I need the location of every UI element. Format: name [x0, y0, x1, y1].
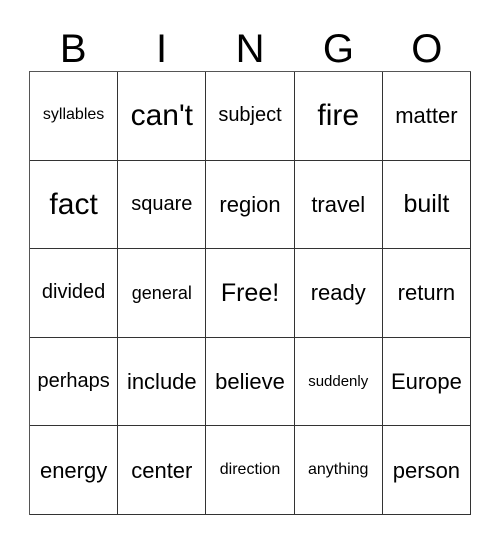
bingo-cell[interactable]: direction [206, 426, 295, 515]
bingo-row: energy center direction anything person [30, 426, 472, 515]
bingo-cell[interactable]: perhaps [30, 337, 119, 427]
bingo-cell[interactable]: believe [206, 337, 295, 427]
bingo-cell[interactable]: built [382, 160, 472, 250]
header-letter-o: O [411, 27, 443, 71]
bingo-cell-label: perhaps [37, 370, 110, 393]
bingo-cell[interactable]: ready [294, 249, 383, 338]
bingo-cell-label: region [219, 191, 281, 217]
bingo-cell[interactable]: can't [118, 72, 207, 161]
header-letter-i: I [156, 27, 168, 71]
bingo-cell-label: believe [215, 369, 285, 395]
bingo-cell-label: syllables [42, 106, 105, 124]
bingo-cell[interactable]: subject [206, 72, 295, 161]
bingo-cell-label: direction [219, 460, 281, 478]
bingo-row: fact square region travel built [30, 160, 472, 250]
header-letter-g: G [322, 27, 354, 71]
bingo-cell[interactable]: matter [382, 72, 472, 161]
bingo-cell-label: subject [218, 104, 282, 127]
bingo-cell[interactable]: square [118, 160, 207, 250]
bingo-cell-label: divided [41, 281, 106, 304]
bingo-cell[interactable]: divided [30, 249, 119, 338]
bingo-cell[interactable]: include [118, 337, 207, 427]
bingo-cell[interactable]: region [206, 160, 295, 250]
bingo-cell-label: travel [311, 191, 366, 217]
bingo-cell[interactable]: general [118, 249, 207, 338]
bingo-cell-label: return [397, 280, 456, 306]
bingo-cell[interactable]: fact [30, 160, 119, 250]
bingo-cell-label: fire [317, 99, 360, 133]
bingo-cell-label: ready [310, 280, 366, 306]
bingo-cell-label: include [126, 369, 197, 395]
bingo-cell[interactable]: fire [294, 72, 383, 161]
bingo-cell[interactable]: syllables [30, 72, 119, 161]
bingo-cell-label: center [131, 457, 193, 483]
bingo-cell-label: suddenly [308, 372, 369, 390]
bingo-cell-label: square [131, 192, 193, 215]
bingo-cell[interactable]: Europe [382, 337, 472, 427]
bingo-cell[interactable]: center [118, 426, 207, 515]
bingo-cell-label: Europe [390, 369, 462, 395]
header-letter-b: B [59, 27, 87, 71]
bingo-cell-label: energy [39, 457, 108, 483]
bingo-cell-label: matter [395, 103, 458, 129]
bingo-cell[interactable]: energy [30, 426, 119, 515]
header-letter-n: N [235, 27, 265, 71]
bingo-cell-label: Free! [220, 278, 280, 307]
bingo-cell[interactable]: return [382, 249, 472, 338]
bingo-row: syllables can't subject fire matter [30, 72, 472, 161]
bingo-header-row: B I N G O [29, 14, 471, 71]
bingo-cell-label: built [403, 190, 450, 219]
bingo-row: divided general Free! ready return [30, 249, 472, 338]
bingo-grid: syllables can't subject fire matter fact… [29, 71, 472, 515]
bingo-cell[interactable]: suddenly [294, 337, 383, 427]
bingo-cell[interactable]: travel [294, 160, 383, 250]
bingo-card: B I N G O syllables can't subject fire m… [0, 0, 500, 544]
bingo-row: perhaps include believe suddenly Europe [30, 337, 472, 427]
bingo-cell-label: fact [49, 187, 98, 221]
bingo-cell-free[interactable]: Free! [206, 249, 295, 338]
bingo-cell-label: anything [307, 460, 369, 478]
bingo-cell[interactable]: person [382, 426, 472, 515]
bingo-cell-label: can't [130, 99, 194, 133]
bingo-cell-label: general [131, 282, 192, 303]
bingo-cell-label: person [392, 457, 461, 483]
bingo-cell[interactable]: anything [294, 426, 383, 515]
